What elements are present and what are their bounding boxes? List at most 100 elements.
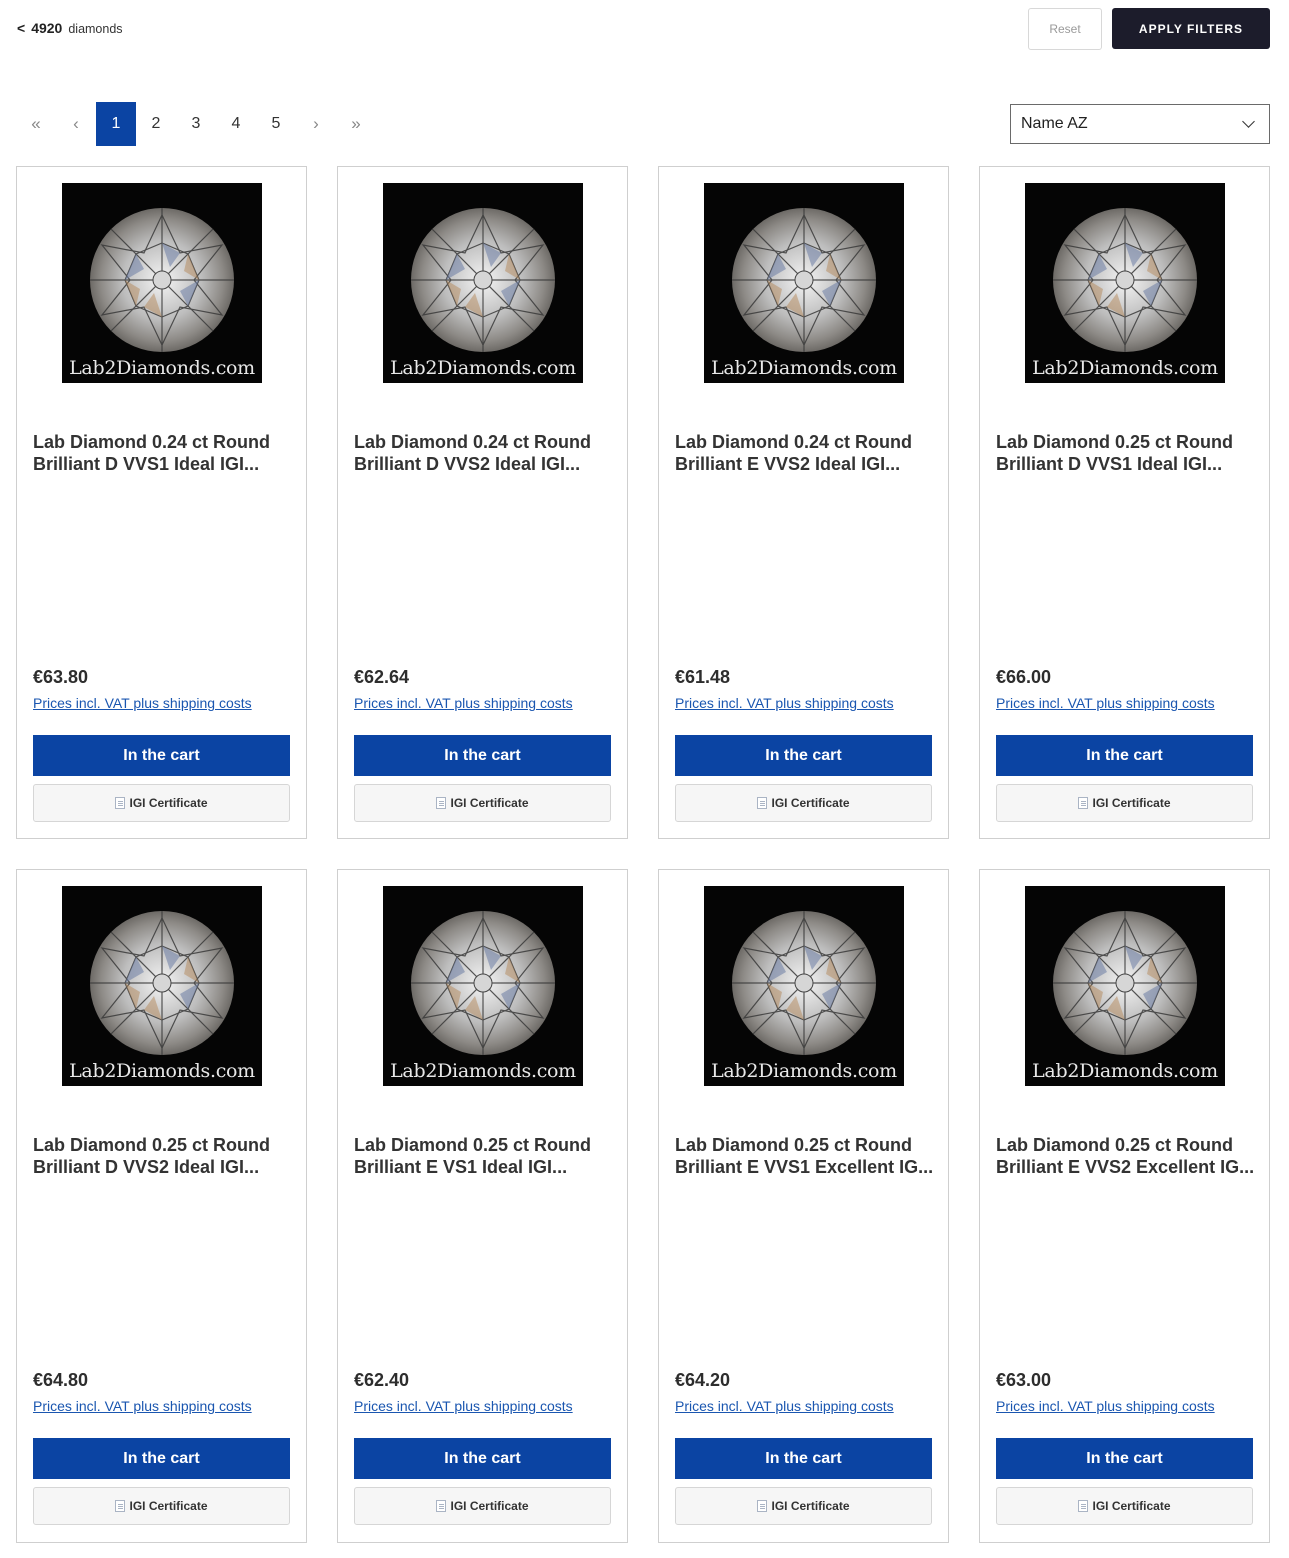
product-title[interactable]: Lab Diamond 0.24 ct Round Brilliant D VV… <box>33 431 295 475</box>
sort-dropdown[interactable]: Name AZ <box>1010 104 1270 144</box>
product-card: Lab2Diamonds.com Lab Diamond 0.24 ct Rou… <box>337 166 628 839</box>
page-3-button[interactable]: 3 <box>176 102 216 146</box>
result-count-label: diamonds <box>68 22 123 36</box>
product-price: €62.64 <box>354 667 410 687</box>
page-2-button[interactable]: 2 <box>136 102 176 146</box>
igi-certificate-button[interactable]: IGI Certificate <box>996 784 1253 822</box>
last-page-button[interactable]: » <box>336 102 376 146</box>
vat-shipping-link[interactable]: Prices incl. VAT plus shipping costs <box>354 1398 573 1414</box>
chevron-down-icon <box>1242 115 1255 128</box>
product-title[interactable]: Lab Diamond 0.24 ct Round Brilliant E VV… <box>675 431 937 475</box>
document-icon <box>757 1500 768 1512</box>
igi-certificate-button[interactable]: IGI Certificate <box>675 784 932 822</box>
watermark-text: Lab2Diamonds.com <box>390 1060 576 1082</box>
product-card: Lab2Diamonds.com Lab Diamond 0.24 ct Rou… <box>16 166 307 839</box>
product-card: Lab2Diamonds.com Lab Diamond 0.25 ct Rou… <box>979 166 1270 839</box>
igi-certificate-button[interactable]: IGI Certificate <box>354 784 611 822</box>
document-icon <box>757 797 768 809</box>
product-price: €66.00 <box>996 667 1052 687</box>
product-image[interactable]: Lab2Diamonds.com <box>62 886 262 1086</box>
watermark-text: Lab2Diamonds.com <box>69 357 255 379</box>
product-title[interactable]: Lab Diamond 0.25 ct Round Brilliant D VV… <box>996 431 1258 475</box>
product-title[interactable]: Lab Diamond 0.24 ct Round Brilliant D VV… <box>354 431 616 475</box>
product-price: €63.80 <box>33 667 89 687</box>
page-4-button[interactable]: 4 <box>216 102 256 146</box>
certificate-label: IGI Certificate <box>1092 1499 1171 1513</box>
product-image[interactable]: Lab2Diamonds.com <box>1025 886 1225 1086</box>
page-5-button[interactable]: 5 <box>256 102 296 146</box>
document-icon <box>436 1500 447 1512</box>
add-to-cart-button[interactable]: In the cart <box>675 1438 932 1479</box>
igi-certificate-button[interactable]: IGI Certificate <box>33 1487 290 1525</box>
diamond-image-icon <box>1053 208 1197 352</box>
diamond-image-icon <box>90 208 234 352</box>
vat-shipping-link[interactable]: Prices incl. VAT plus shipping costs <box>33 1398 252 1414</box>
add-to-cart-button[interactable]: In the cart <box>33 1438 290 1479</box>
back-to-results-link[interactable]: < 4920 diamonds <box>17 20 123 36</box>
certificate-label: IGI Certificate <box>1092 796 1171 810</box>
vat-shipping-link[interactable]: Prices incl. VAT plus shipping costs <box>996 695 1215 711</box>
watermark-text: Lab2Diamonds.com <box>1032 1060 1218 1082</box>
certificate-label: IGI Certificate <box>450 1499 529 1513</box>
product-image[interactable]: Lab2Diamonds.com <box>383 886 583 1086</box>
product-card: Lab2Diamonds.com Lab Diamond 0.24 ct Rou… <box>658 166 949 839</box>
page-1-button[interactable]: 1 <box>96 102 136 146</box>
product-title[interactable]: Lab Diamond 0.25 ct Round Brilliant E VS… <box>354 1134 616 1178</box>
next-page-button[interactable]: › <box>296 102 336 146</box>
diamond-image-icon <box>732 208 876 352</box>
document-icon <box>1078 797 1089 809</box>
back-symbol: < <box>17 20 26 36</box>
product-price: €64.80 <box>33 1370 89 1390</box>
product-price: €62.40 <box>354 1370 410 1390</box>
igi-certificate-button[interactable]: IGI Certificate <box>33 784 290 822</box>
igi-certificate-button[interactable]: IGI Certificate <box>354 1487 611 1525</box>
product-image[interactable]: Lab2Diamonds.com <box>704 183 904 383</box>
igi-certificate-button[interactable]: IGI Certificate <box>675 1487 932 1525</box>
product-card: Lab2Diamonds.com Lab Diamond 0.25 ct Rou… <box>16 869 307 1543</box>
diamond-image-icon <box>732 911 876 1055</box>
watermark-text: Lab2Diamonds.com <box>1032 357 1218 379</box>
product-title[interactable]: Lab Diamond 0.25 ct Round Brilliant E VV… <box>996 1134 1258 1178</box>
vat-shipping-link[interactable]: Prices incl. VAT plus shipping costs <box>33 695 252 711</box>
product-price: €64.20 <box>675 1370 731 1390</box>
add-to-cart-button[interactable]: In the cart <box>33 735 290 776</box>
document-icon <box>115 797 126 809</box>
pagination: « ‹ 1 2 3 4 5 › » <box>16 102 376 146</box>
product-image[interactable]: Lab2Diamonds.com <box>1025 183 1225 383</box>
diamond-image-icon <box>411 911 555 1055</box>
document-icon <box>1078 1500 1089 1512</box>
add-to-cart-button[interactable]: In the cart <box>996 1438 1253 1479</box>
product-card: Lab2Diamonds.com Lab Diamond 0.25 ct Rou… <box>658 869 949 1543</box>
product-title[interactable]: Lab Diamond 0.25 ct Round Brilliant D VV… <box>33 1134 295 1178</box>
reset-button[interactable]: Reset <box>1028 8 1102 50</box>
product-title[interactable]: Lab Diamond 0.25 ct Round Brilliant E VV… <box>675 1134 937 1178</box>
result-count: 4920 <box>31 20 63 36</box>
product-image[interactable]: Lab2Diamonds.com <box>62 183 262 383</box>
first-page-button[interactable]: « <box>16 102 56 146</box>
watermark-text: Lab2Diamonds.com <box>711 357 897 379</box>
vat-shipping-link[interactable]: Prices incl. VAT plus shipping costs <box>354 695 573 711</box>
certificate-label: IGI Certificate <box>129 1499 208 1513</box>
product-price: €63.00 <box>996 1370 1052 1390</box>
add-to-cart-button[interactable]: In the cart <box>675 735 932 776</box>
vat-shipping-link[interactable]: Prices incl. VAT plus shipping costs <box>675 1398 894 1414</box>
certificate-label: IGI Certificate <box>771 796 850 810</box>
watermark-text: Lab2Diamonds.com <box>711 1060 897 1082</box>
apply-filters-button[interactable]: APPLY FILTERS <box>1112 8 1270 49</box>
product-image[interactable]: Lab2Diamonds.com <box>383 183 583 383</box>
igi-certificate-button[interactable]: IGI Certificate <box>996 1487 1253 1525</box>
product-image[interactable]: Lab2Diamonds.com <box>704 886 904 1086</box>
top-bar: < 4920 diamonds Reset APPLY FILTERS <box>0 0 1289 60</box>
add-to-cart-button[interactable]: In the cart <box>996 735 1253 776</box>
add-to-cart-button[interactable]: In the cart <box>354 735 611 776</box>
certificate-label: IGI Certificate <box>129 796 208 810</box>
add-to-cart-button[interactable]: In the cart <box>354 1438 611 1479</box>
vat-shipping-link[interactable]: Prices incl. VAT plus shipping costs <box>675 695 894 711</box>
product-grid: Lab2Diamonds.com Lab Diamond 0.24 ct Rou… <box>16 166 1270 1543</box>
product-price: €61.48 <box>675 667 731 687</box>
product-card: Lab2Diamonds.com Lab Diamond 0.25 ct Rou… <box>337 869 628 1543</box>
watermark-text: Lab2Diamonds.com <box>69 1060 255 1082</box>
prev-page-button[interactable]: ‹ <box>56 102 96 146</box>
sort-selected-value: Name AZ <box>1021 115 1088 132</box>
vat-shipping-link[interactable]: Prices incl. VAT plus shipping costs <box>996 1398 1215 1414</box>
